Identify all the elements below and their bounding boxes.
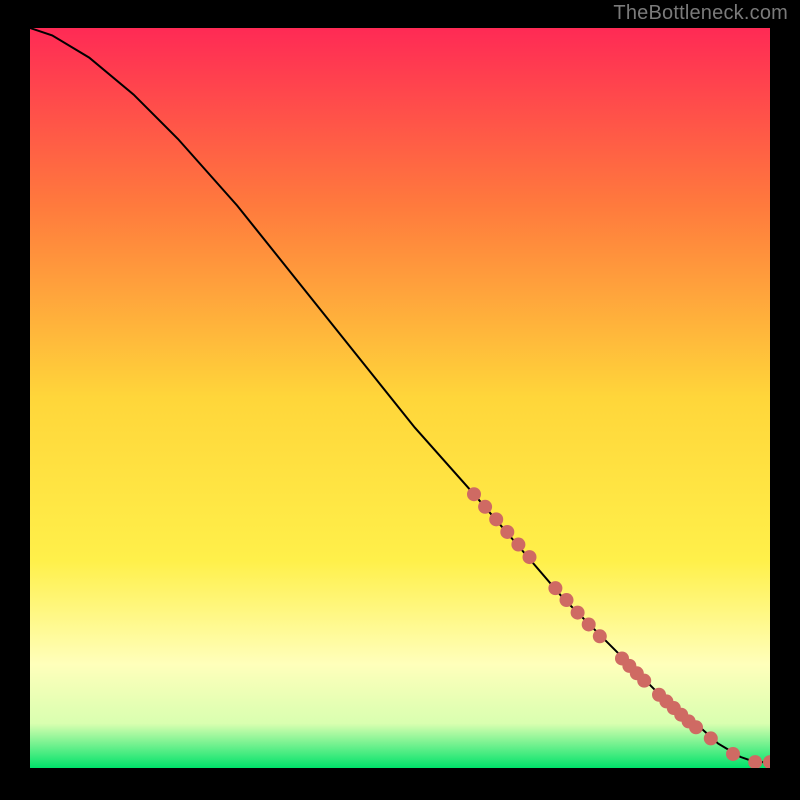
- data-marker: [637, 674, 651, 688]
- data-marker: [582, 617, 596, 631]
- data-marker: [548, 581, 562, 595]
- curve-line: [30, 28, 770, 762]
- data-marker: [489, 512, 503, 526]
- data-marker: [704, 731, 718, 745]
- data-marker: [689, 720, 703, 734]
- data-marker: [571, 606, 585, 620]
- data-marker: [560, 593, 574, 607]
- plot-area: [30, 28, 770, 768]
- data-marker: [478, 500, 492, 514]
- marker-group: [467, 487, 770, 768]
- data-marker: [763, 755, 770, 768]
- data-marker: [593, 629, 607, 643]
- chart-svg: [30, 28, 770, 768]
- data-marker: [511, 538, 525, 552]
- data-marker: [467, 487, 481, 501]
- data-marker: [523, 550, 537, 564]
- attribution-text: TheBottleneck.com: [613, 2, 788, 25]
- data-marker: [726, 747, 740, 761]
- data-marker: [748, 755, 762, 768]
- data-marker: [500, 525, 514, 539]
